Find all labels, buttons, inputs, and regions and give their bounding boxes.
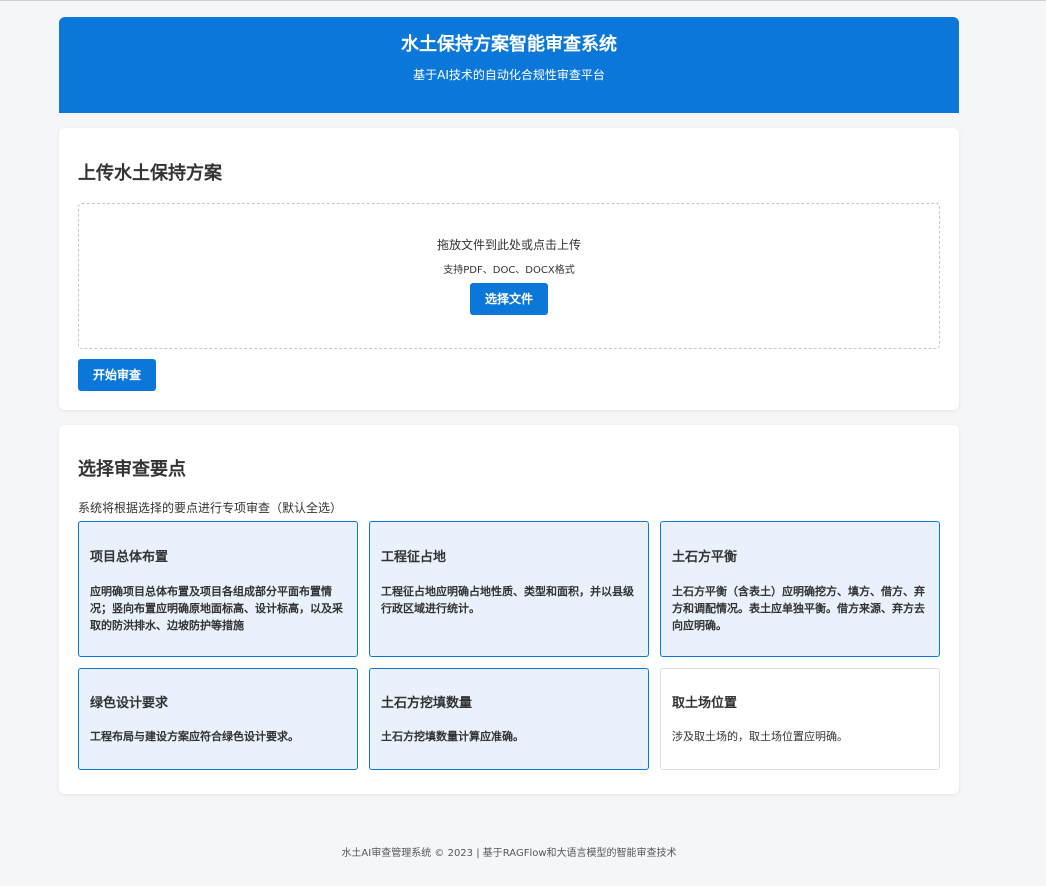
start-review-button[interactable]: 开始审查	[78, 359, 157, 391]
app-title: 水土保持方案智能审查系统	[401, 34, 617, 55]
review-point-desc: 工程布局与建设方案应符合绿色设计要求。	[90, 730, 299, 743]
file-drop-zone[interactable]: 拖放文件到此处或点击上传 支持PDF、DOC、DOCX格式 选择文件	[78, 203, 940, 349]
review-point-title: 土石方平衡	[672, 550, 738, 565]
upload-section-title: 上传水土保持方案	[78, 163, 222, 184]
review-point-desc: 工程征占地应明确占地性质、类型和面积，并以县级行政区域进行统计。	[381, 585, 634, 615]
review-point-desc: 土石方平衡（含表土）应明确挖方、填方、借方、弃方和调配情况。表土应单独平衡。借方…	[672, 585, 925, 632]
review-point-desc: 涉及取土场的，取土场位置应明确。	[672, 730, 848, 743]
upload-card: 上传水土保持方案 拖放文件到此处或点击上传 支持PDF、DOC、DOCX格式 选…	[59, 128, 959, 410]
page-header: 水土保持方案智能审查系统 基于AI技术的自动化合规性审查平台	[59, 17, 959, 113]
review-points-grid: 项目总体布置 应明确项目总体布置及项目各组成部分平面布置情况；竖向布置应明确原地…	[78, 521, 940, 770]
review-point-desc: 土石方挖填数量计算应准确。	[381, 730, 524, 743]
review-point-card[interactable]: 土石方挖填数量 土石方挖填数量计算应准确。	[369, 668, 649, 770]
review-point-title: 项目总体布置	[90, 550, 169, 565]
choose-file-button[interactable]: 选择文件	[469, 283, 548, 315]
review-point-card[interactable]: 绿色设计要求 工程布局与建设方案应符合绿色设计要求。	[78, 668, 358, 770]
review-point-desc: 应明确项目总体布置及项目各组成部分平面布置情况；竖向布置应明确原地面标高、设计标…	[90, 585, 343, 632]
review-point-title: 绿色设计要求	[90, 696, 169, 711]
page-footer: 水土AI审查管理系统 © 2023 | 基于RAGFlow和大语言模型的智能审查…	[341, 848, 677, 859]
review-point-title: 取土场位置	[672, 696, 738, 711]
drop-zone-format-hint: 支持PDF、DOC、DOCX格式	[443, 265, 575, 276]
review-point-card[interactable]: 土石方平衡 土石方平衡（含表土）应明确挖方、填方、借方、弃方和调配情况。表土应单…	[660, 521, 940, 657]
review-point-title: 土石方挖填数量	[381, 696, 473, 711]
app-container: 水土保持方案智能审查系统 基于AI技术的自动化合规性审查平台 上传水土保持方案 …	[59, 17, 959, 794]
drop-zone-text: 拖放文件到此处或点击上传	[436, 238, 581, 252]
review-points-card: 选择审查要点 系统将根据选择的要点进行专项审查（默认全选） 项目总体布置 应明确…	[59, 425, 959, 794]
app-subtitle: 基于AI技术的自动化合规性审查平台	[413, 68, 605, 82]
review-point-title: 工程征占地	[381, 550, 447, 565]
review-point-card[interactable]: 工程征占地 工程征占地应明确占地性质、类型和面积，并以县级行政区域进行统计。	[369, 521, 649, 657]
review-points-title: 选择审查要点	[78, 459, 186, 480]
review-point-card[interactable]: 取土场位置 涉及取土场的，取土场位置应明确。	[660, 668, 940, 770]
review-points-description: 系统将根据选择的要点进行专项审查（默认全选）	[78, 501, 343, 515]
review-point-card[interactable]: 项目总体布置 应明确项目总体布置及项目各组成部分平面布置情况；竖向布置应明确原地…	[78, 521, 358, 657]
